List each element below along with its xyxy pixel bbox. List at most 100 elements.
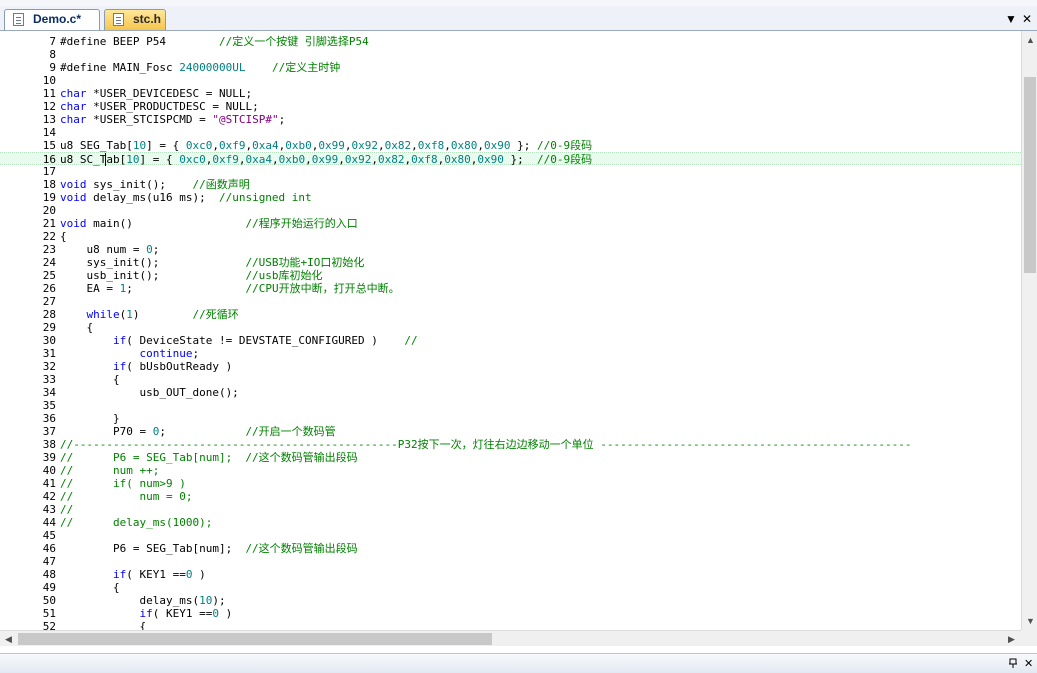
code-line[interactable]: 46 P6 = SEG_Tab[num]; //这个数码管输出段码: [0, 542, 1021, 555]
code-line[interactable]: 25 usb_init(); //usb库初始化: [0, 269, 1021, 282]
tab-stc-h[interactable]: stc.h: [104, 9, 166, 30]
code-line[interactable]: 42 // num = 0;: [0, 490, 1021, 503]
code-line[interactable]: 29 {: [0, 321, 1021, 334]
line-text: usb_OUT_done();: [60, 386, 238, 399]
close-tab-icon[interactable]: ✕: [1022, 12, 1032, 26]
code-line[interactable]: 44 // delay_ms(1000);: [0, 516, 1021, 529]
code-line[interactable]: 13 char *USER_STCISPCMD = "@STCISP#";: [0, 113, 1021, 126]
code-line[interactable]: 26 EA = 1; //CPU开放中断，打开总中断。: [0, 282, 1021, 295]
code-line[interactable]: 30 if( DeviceState != DEVSTATE_CONFIGURE…: [0, 334, 1021, 347]
code-token: ,: [411, 139, 418, 152]
code-line[interactable]: 48 if( KEY1 ==0 ): [0, 568, 1021, 581]
code-line[interactable]: 39 // P6 = SEG_Tab[num]; //这个数码管输出段码: [0, 451, 1021, 464]
code-token: {: [60, 373, 120, 386]
code-line[interactable]: 21 void main() //程序开始运行的入口: [0, 217, 1021, 230]
scroll-up-arrow-icon[interactable]: ▲: [1026, 35, 1035, 45]
line-number: 7: [49, 35, 56, 48]
line-text: P6 = SEG_Tab[num]; //这个数码管输出段码: [60, 542, 358, 555]
code-line[interactable]: 28 while(1) //死循环: [0, 308, 1021, 321]
code-line[interactable]: 49 {: [0, 581, 1021, 594]
tab-demo-c[interactable]: Demo.c*: [4, 9, 100, 30]
code-line[interactable]: 16 u8 SC_Tab[10] = { 0xc0,0xf9,0xa4,0xb0,…: [0, 152, 1021, 166]
line-number: 25: [42, 269, 56, 282]
line-number: 36: [42, 412, 56, 425]
code-line[interactable]: 34 usb_OUT_done();: [0, 386, 1021, 399]
horizontal-scrollbar[interactable]: ◀ ▶: [0, 630, 1021, 646]
code-line[interactable]: 36 }: [0, 412, 1021, 425]
code-line[interactable]: 31 continue;: [0, 347, 1021, 360]
code-line[interactable]: 50 delay_ms(10);: [0, 594, 1021, 607]
code-token: ;: [278, 113, 286, 126]
tab-list-dropdown-icon[interactable]: ▼: [1005, 12, 1017, 26]
code-editor[interactable]: 7 #define BEEP P54 //定义一个按键 引脚选择P54 8 9 #def…: [0, 31, 1021, 630]
code-token: void: [60, 217, 87, 230]
code-line[interactable]: 32 if( bUsbOutReady ): [0, 360, 1021, 373]
code-token: u8 SEG_Tab[: [60, 139, 133, 152]
code-token: ;: [192, 347, 200, 360]
code-token: EA =: [60, 282, 120, 295]
code-line[interactable]: 23 u8 num = 0;: [0, 243, 1021, 256]
scroll-left-arrow-icon[interactable]: ◀: [5, 634, 12, 644]
scrollbar-corner: [1021, 630, 1037, 646]
code-line[interactable]: 33 {: [0, 373, 1021, 386]
line-text: char *USER_PRODUCTDESC = NULL;: [60, 100, 259, 113]
code-line[interactable]: 19 void delay_ms(u16 ms); //unsigned int: [0, 191, 1021, 204]
scroll-right-arrow-icon[interactable]: ▶: [1008, 634, 1015, 644]
horizontal-scroll-thumb[interactable]: [18, 633, 492, 645]
vertical-scroll-thumb[interactable]: [1024, 77, 1036, 273]
code-line[interactable]: 51 if( KEY1 ==0 ): [0, 607, 1021, 620]
code-line[interactable]: 22 {: [0, 230, 1021, 243]
line-number: 50: [42, 594, 56, 607]
code-line[interactable]: 47: [0, 555, 1021, 568]
code-token: if: [112, 360, 127, 373]
close-pane-icon[interactable]: ✕: [1024, 657, 1033, 670]
code-line[interactable]: 8: [0, 48, 1021, 61]
code-token: usb_init();: [60, 269, 246, 282]
line-text: // P6 = SEG_Tab[num]; //这个数码管输出段码: [60, 451, 358, 464]
line-text: char *USER_DEVICEDESC = NULL;: [60, 87, 252, 100]
line-text: if( KEY1 ==0 ): [60, 607, 232, 620]
code-token: //死循环: [192, 308, 239, 321]
code-line[interactable]: 20: [0, 204, 1021, 217]
code-line[interactable]: 52 {: [0, 620, 1021, 630]
line-text: sys_init(); //USB功能+IO口初始化: [60, 256, 364, 269]
pin-icon[interactable]: [1008, 658, 1018, 669]
code-token: ( DeviceState != DEVSTATE_CONFIGURED ): [126, 334, 405, 347]
vertical-scrollbar[interactable]: ▲ ▼: [1021, 31, 1037, 630]
code-line[interactable]: 24 sys_init(); //USB功能+IO口初始化: [0, 256, 1021, 269]
code-line[interactable]: 38 //------------------------------------…: [0, 438, 1021, 451]
code-token: 0x92: [351, 139, 378, 152]
line-number: 32: [42, 360, 56, 373]
line-number: 18: [42, 178, 56, 191]
code-line[interactable]: 37 P70 = 0; //开启一个数码管: [0, 425, 1021, 438]
code-line[interactable]: 17: [0, 165, 1021, 178]
code-line[interactable]: 35: [0, 399, 1021, 412]
code-token: main(): [86, 217, 246, 230]
code-line[interactable]: 43 //: [0, 503, 1021, 516]
code-token: //: [60, 503, 74, 516]
code-token: 0: [212, 607, 219, 620]
line-number: 9: [49, 61, 56, 74]
code-token: // P6 = SEG_Tab[num]; //这个数码管输出段码: [60, 451, 358, 464]
code-line[interactable]: 10: [0, 74, 1021, 87]
code-line[interactable]: 45: [0, 529, 1021, 542]
code-line[interactable]: 41 // if( num>9 ): [0, 477, 1021, 490]
code-line[interactable]: 14: [0, 126, 1021, 139]
code-line[interactable]: 40 // num ++;: [0, 464, 1021, 477]
code-token: char: [60, 100, 87, 113]
line-number: 52: [42, 620, 56, 630]
code-line[interactable]: 27: [0, 295, 1021, 308]
code-token: 1: [126, 308, 133, 321]
code-line[interactable]: 12 char *USER_PRODUCTDESC = NULL;: [0, 100, 1021, 113]
code-token: //--------------------------------------…: [60, 438, 912, 451]
code-line[interactable]: 7 #define BEEP P54 //定义一个按键 引脚选择P54: [0, 35, 1021, 48]
scroll-down-arrow-icon[interactable]: ▼: [1026, 616, 1035, 626]
code-line[interactable]: 9 #define MAIN_Fosc 24000000UL //定义主时钟: [0, 61, 1021, 74]
code-token: while: [86, 308, 120, 321]
code-line[interactable]: 15 u8 SEG_Tab[10] = { 0xc0,0xf9,0xa4,0xb0…: [0, 139, 1021, 152]
code-line[interactable]: 11 char *USER_DEVICEDESC = NULL;: [0, 87, 1021, 100]
code-line[interactable]: 18 void sys_init(); //函数声明: [0, 178, 1021, 191]
